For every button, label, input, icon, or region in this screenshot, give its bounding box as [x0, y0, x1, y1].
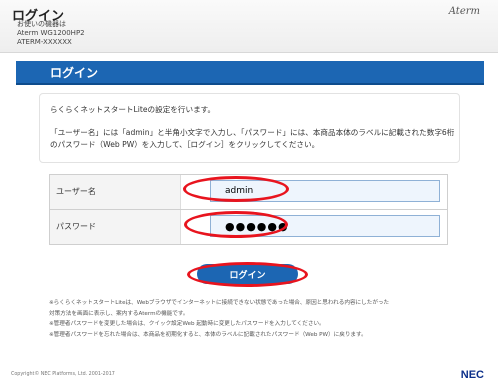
login-button[interactable]: ログイン [197, 264, 298, 284]
header-bar: ログイン お使いの機器は Aterm WG1200HP2 ATERM-XXXXX… [0, 0, 498, 53]
username-row: ユーザー名 [49, 174, 448, 210]
password-label-cell: パスワード [50, 210, 181, 244]
password-row: パスワード [49, 209, 448, 245]
copyright-text: Copyright© NEC Platforms, Ltd. 2001-2017 [11, 372, 115, 377]
device-info-label: お使いの機器は [17, 20, 66, 28]
password-label: パスワード [56, 222, 96, 231]
device-model: Aterm WG1200HP2 [17, 29, 85, 37]
note-line: ※らくらくネットスタートLiteは、Webブラウザでインターネットに接続できない… [49, 300, 390, 306]
note-line: ※管理者パスワードを変更した場合は、クイック設定Web 起動時に変更したパスワー… [49, 321, 325, 327]
nec-logo: NEC [460, 369, 484, 381]
section-header: ログイン [16, 61, 484, 85]
device-id: ATERM-XXXXXX [17, 38, 72, 46]
info-box: らくらくネットスタートLiteの設定を行います。 「ユーザー名」には「admin… [39, 93, 460, 163]
info-intro-text: らくらくネットスタートLiteの設定を行います。 [50, 105, 216, 114]
username-label: ユーザー名 [56, 187, 96, 196]
password-input[interactable] [210, 215, 440, 237]
info-instruction-text: 「ユーザー名」には「admin」と半角小文字で入力し、「パスワード」には、本商品… [50, 128, 455, 149]
aterm-logo: Aterm [448, 6, 480, 17]
section-title: ログイン [50, 66, 99, 80]
username-input[interactable] [210, 180, 440, 202]
username-label-cell: ユーザー名 [50, 175, 181, 209]
note-line: 対策方法を画面に表示し、案内するAtermの機能です。 [49, 310, 189, 317]
note-line: ※管理者パスワードを忘れた場合は、本商品を初期化すると、本体のラベルに記載された… [49, 331, 367, 338]
notes: ※らくらくネットスタートLiteは、Webブラウザでインターネットに接続できない… [49, 298, 459, 340]
